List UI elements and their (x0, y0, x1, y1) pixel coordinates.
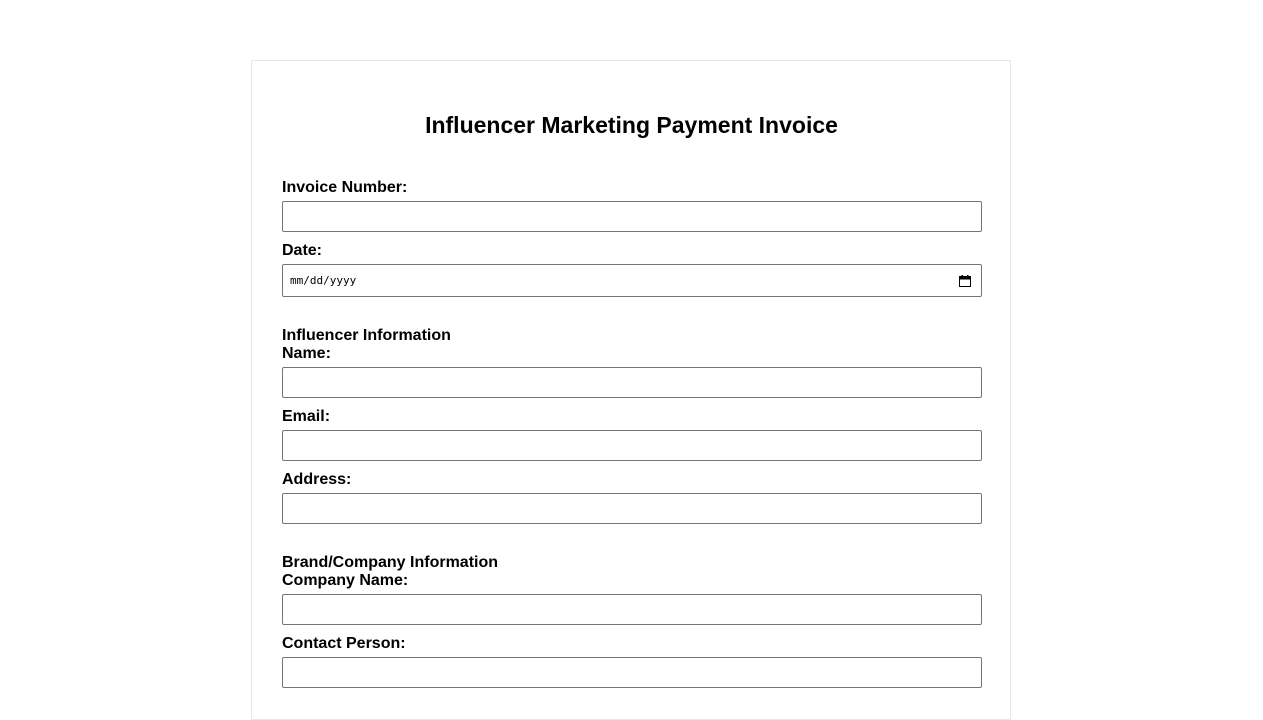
influencer-email-label: Email: (282, 408, 331, 425)
influencer-name-input[interactable] (282, 367, 982, 398)
influencer-address-label: Address: (282, 471, 352, 488)
page-title: Influencer Marketing Payment Invoice (425, 112, 838, 138)
company-name-label: Company Name: (282, 572, 409, 589)
influencer-email-input[interactable] (282, 430, 982, 461)
brand-section-heading: Brand/Company Information (282, 554, 499, 571)
influencer-address-input[interactable] (282, 493, 982, 524)
influencer-section-heading: Influencer Information (282, 327, 451, 344)
invoice-number-label: Invoice Number: (282, 179, 408, 196)
date-input[interactable]: mm/dd/yyyy (282, 264, 982, 297)
contact-person-label: Contact Person: (282, 635, 406, 652)
date-placeholder: mm/dd/yyyy (290, 274, 357, 287)
company-name-input[interactable] (282, 594, 982, 625)
contact-person-input[interactable] (282, 657, 982, 688)
influencer-name-label: Name: (282, 345, 331, 362)
date-label: Date: (282, 242, 323, 259)
calendar-icon[interactable] (959, 274, 971, 287)
invoice-number-input[interactable] (282, 201, 982, 232)
